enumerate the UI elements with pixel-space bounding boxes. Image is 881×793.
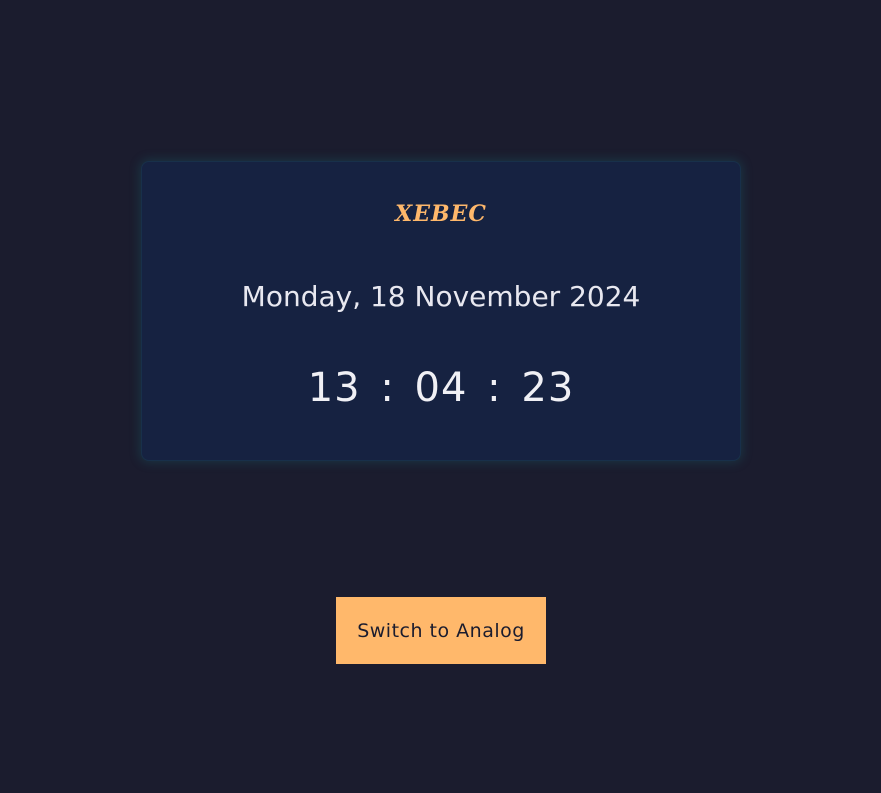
digital-clock-card: XEBEC Monday, 18 November 2024 13 : 04 :… bbox=[141, 161, 741, 461]
time-seconds: 23 bbox=[521, 365, 575, 411]
time-display: 13 : 04 : 23 bbox=[142, 365, 740, 411]
date-display: Monday, 18 November 2024 bbox=[241, 280, 641, 313]
brand-title: XEBEC bbox=[395, 201, 487, 227]
switch-to-analog-button[interactable]: Switch to Analog bbox=[336, 597, 546, 664]
time-separator: : bbox=[380, 365, 395, 411]
time-minutes: 04 bbox=[414, 365, 468, 411]
time-separator: : bbox=[487, 365, 502, 411]
time-hours: 13 bbox=[307, 365, 361, 411]
